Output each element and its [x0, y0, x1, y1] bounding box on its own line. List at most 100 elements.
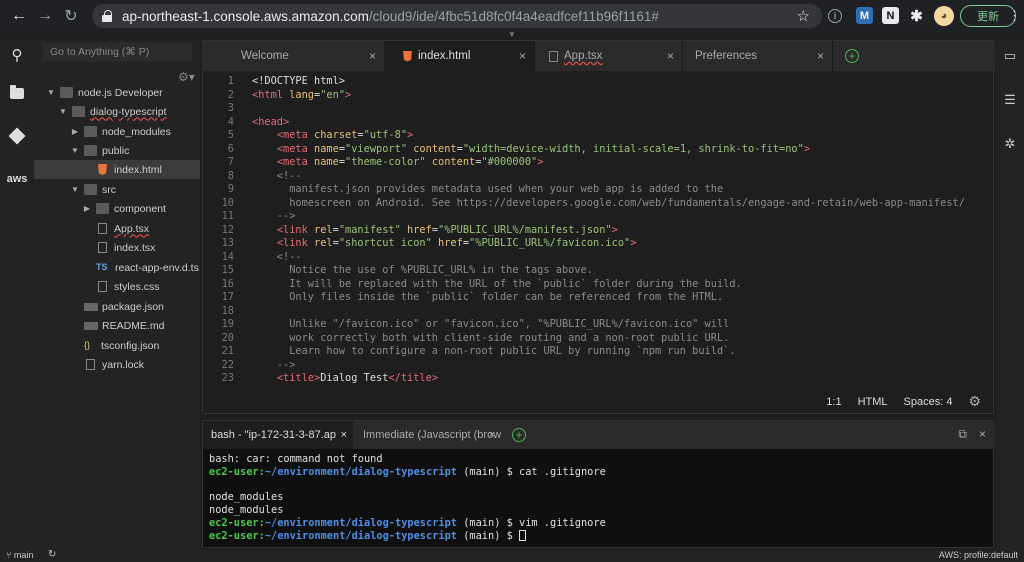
code-token: homescreen on Android. See https://devel…: [252, 196, 965, 209]
close-icon[interactable]: ×: [489, 429, 495, 441]
code-line[interactable]: 9 manifest.json provides metadata used w…: [203, 183, 993, 197]
address-bar[interactable]: ap-northeast-1.console.aws.amazon.com/cl…: [92, 4, 822, 28]
code-line[interactable]: 4 <head>: [203, 116, 993, 130]
code-line[interactable]: 11 -->: [203, 210, 993, 224]
tab-bash[interactable]: bash - "ip-172-31-3-87.ap ×: [203, 421, 353, 449]
tree-item-label: index.tsx: [114, 241, 156, 254]
code-line[interactable]: 7 <meta name="theme-color" content="#000…: [203, 156, 993, 170]
star-icon[interactable]: ☆: [797, 7, 810, 25]
code-line[interactable]: 2 <html lang="en">: [203, 89, 993, 103]
environment-icon[interactable]: [0, 78, 34, 108]
code-line[interactable]: 3: [203, 102, 993, 116]
puzzle-icon[interactable]: ✱: [908, 7, 925, 25]
code-line[interactable]: 20 work correctly both with client-side …: [203, 332, 993, 346]
close-icon[interactable]: ×: [369, 49, 376, 63]
indent-setting[interactable]: Spaces: 4: [904, 396, 953, 408]
code-line[interactable]: 5 <meta charset="utf-8">: [203, 129, 993, 143]
m-extension-icon[interactable]: M: [856, 7, 873, 24]
tree-item[interactable]: yarn.lock: [34, 355, 200, 374]
tree-item[interactable]: index.tsx: [34, 238, 200, 257]
new-tab-icon[interactable]: +: [845, 49, 859, 63]
branch-indicator[interactable]: ⑂ main: [6, 550, 33, 560]
info-icon[interactable]: i: [828, 9, 842, 23]
close-icon[interactable]: ×: [519, 49, 526, 63]
code-line[interactable]: 23 <title>Dialog Test</title>: [203, 372, 993, 385]
collapse-handle-icon[interactable]: ▼: [508, 30, 516, 39]
code-editor[interactable]: 1 <!DOCTYPE html> 2 <html lang="en"> 3 4 <head…: [203, 75, 993, 385]
tree-item[interactable]: styles.css: [34, 277, 200, 296]
code-line[interactable]: 14 <!--: [203, 251, 993, 265]
tab-immediate[interactable]: Immediate (Javascript (brow ×: [353, 421, 501, 449]
tree-item[interactable]: index.html: [34, 160, 200, 179]
goto-anything-input[interactable]: Go to Anything (⌘ P): [42, 42, 192, 62]
maximize-icon[interactable]: ⧉: [958, 427, 967, 442]
tree-item[interactable]: {} tsconfig.json: [34, 336, 200, 355]
code-line[interactable]: 12 <link rel="manifest" href="%PUBLIC_UR…: [203, 224, 993, 238]
code-token: "viewport": [345, 142, 408, 155]
new-terminal-icon[interactable]: +: [512, 428, 526, 442]
tree-item[interactable]: ▼ dialog-typescript: [34, 102, 200, 121]
code-line[interactable]: 15 Notice the use of %PUBLIC_URL% in the…: [203, 264, 993, 278]
tab-label: bash - "ip-172-31-3-87.ap: [211, 429, 336, 441]
code-token: charset: [314, 129, 358, 141]
tree-item[interactable]: ▼ node.js Developer: [34, 83, 200, 102]
reload-icon[interactable]: ↻: [58, 3, 84, 29]
cursor-position[interactable]: 1:1: [826, 396, 841, 408]
back-icon[interactable]: ←: [6, 3, 32, 29]
terminal-output[interactable]: bash: car: command not found ec2-user:~/e…: [209, 453, 989, 543]
code-line[interactable]: 13 <link rel="shortcut icon" href="%PUBL…: [203, 237, 993, 251]
close-icon[interactable]: ×: [667, 49, 674, 63]
code-line[interactable]: 6 <meta name="viewport" content="width=d…: [203, 143, 993, 157]
forward-icon[interactable]: →: [32, 3, 58, 29]
chevron-down-icon[interactable]: ▼: [70, 146, 80, 155]
chevron-down-icon[interactable]: ▼: [70, 185, 80, 194]
chevron-right-icon[interactable]: ▶: [82, 204, 92, 213]
tree-item[interactable]: TS react-app-env.d.ts: [34, 258, 200, 277]
close-icon[interactable]: ×: [341, 429, 347, 441]
avatar-icon[interactable]: ◕: [934, 6, 954, 26]
code-line[interactable]: 8 <!--: [203, 170, 993, 184]
notion-extension-icon[interactable]: N: [882, 7, 899, 24]
code-line[interactable]: 10 homescreen on Android. See https://de…: [203, 197, 993, 211]
tree-settings-icon[interactable]: ⚙▾: [178, 70, 195, 84]
tab-app-tsx[interactable]: App.tsx ×: [535, 41, 683, 71]
close-icon[interactable]: ×: [979, 427, 986, 441]
tree-item[interactable]: package.json: [34, 297, 200, 316]
tree-item[interactable]: ▼ src: [34, 180, 200, 199]
close-icon[interactable]: ×: [817, 49, 824, 63]
code-text: <head>: [252, 116, 289, 130]
chevron-down-icon[interactable]: ▼: [58, 107, 68, 116]
code-line[interactable]: 18: [203, 305, 993, 319]
code-line[interactable]: 22 -->: [203, 359, 993, 373]
chevron-right-icon[interactable]: ▶: [70, 127, 80, 136]
code-line[interactable]: 17 Only files inside the `public` folder…: [203, 291, 993, 305]
debugger-icon[interactable]: ✲: [996, 132, 1024, 156]
tree-item[interactable]: App.tsx: [34, 219, 200, 238]
code-line[interactable]: 1 <!DOCTYPE html>: [203, 75, 993, 89]
tree-item[interactable]: ▶ node_modules: [34, 122, 200, 141]
chevron-down-icon[interactable]: ▼: [46, 88, 56, 97]
code-token: "#000000": [481, 156, 538, 168]
code-text: <meta name="theme-color" content="#00000…: [252, 156, 544, 170]
language-mode[interactable]: HTML: [858, 396, 888, 408]
source-control-icon[interactable]: [0, 121, 34, 151]
collaborate-icon[interactable]: ▭: [996, 44, 1024, 68]
gear-icon[interactable]: ⚙: [968, 393, 981, 410]
sync-icon[interactable]: ↻: [48, 549, 56, 560]
tree-item[interactable]: ▶ component: [34, 199, 200, 218]
tab-index-html[interactable]: index.html ×: [385, 41, 535, 71]
tab-welcome[interactable]: Welcome ×: [203, 41, 385, 71]
update-button[interactable]: 更新 ⋮: [960, 5, 1021, 27]
outline-icon[interactable]: ☰: [996, 88, 1024, 112]
aws-profile[interactable]: AWS: profile:default: [939, 550, 1018, 560]
tab-preferences[interactable]: Preferences ×: [683, 41, 833, 71]
code-line[interactable]: 21 Learn how to configure a non-root pub…: [203, 345, 993, 359]
tree-item[interactable]: ▼ public: [34, 141, 200, 160]
search-icon[interactable]: ⚲: [0, 40, 34, 70]
menu-dots-icon[interactable]: ⋮: [1008, 8, 1021, 24]
aws-icon[interactable]: aws: [0, 164, 34, 194]
code-line[interactable]: 16 It will be replaced with the URL of t…: [203, 278, 993, 292]
tree-item[interactable]: README.md: [34, 316, 200, 335]
code-line[interactable]: 19 Unlike "/favicon.ico" or "favicon.ico…: [203, 318, 993, 332]
code-token: name: [314, 142, 339, 155]
